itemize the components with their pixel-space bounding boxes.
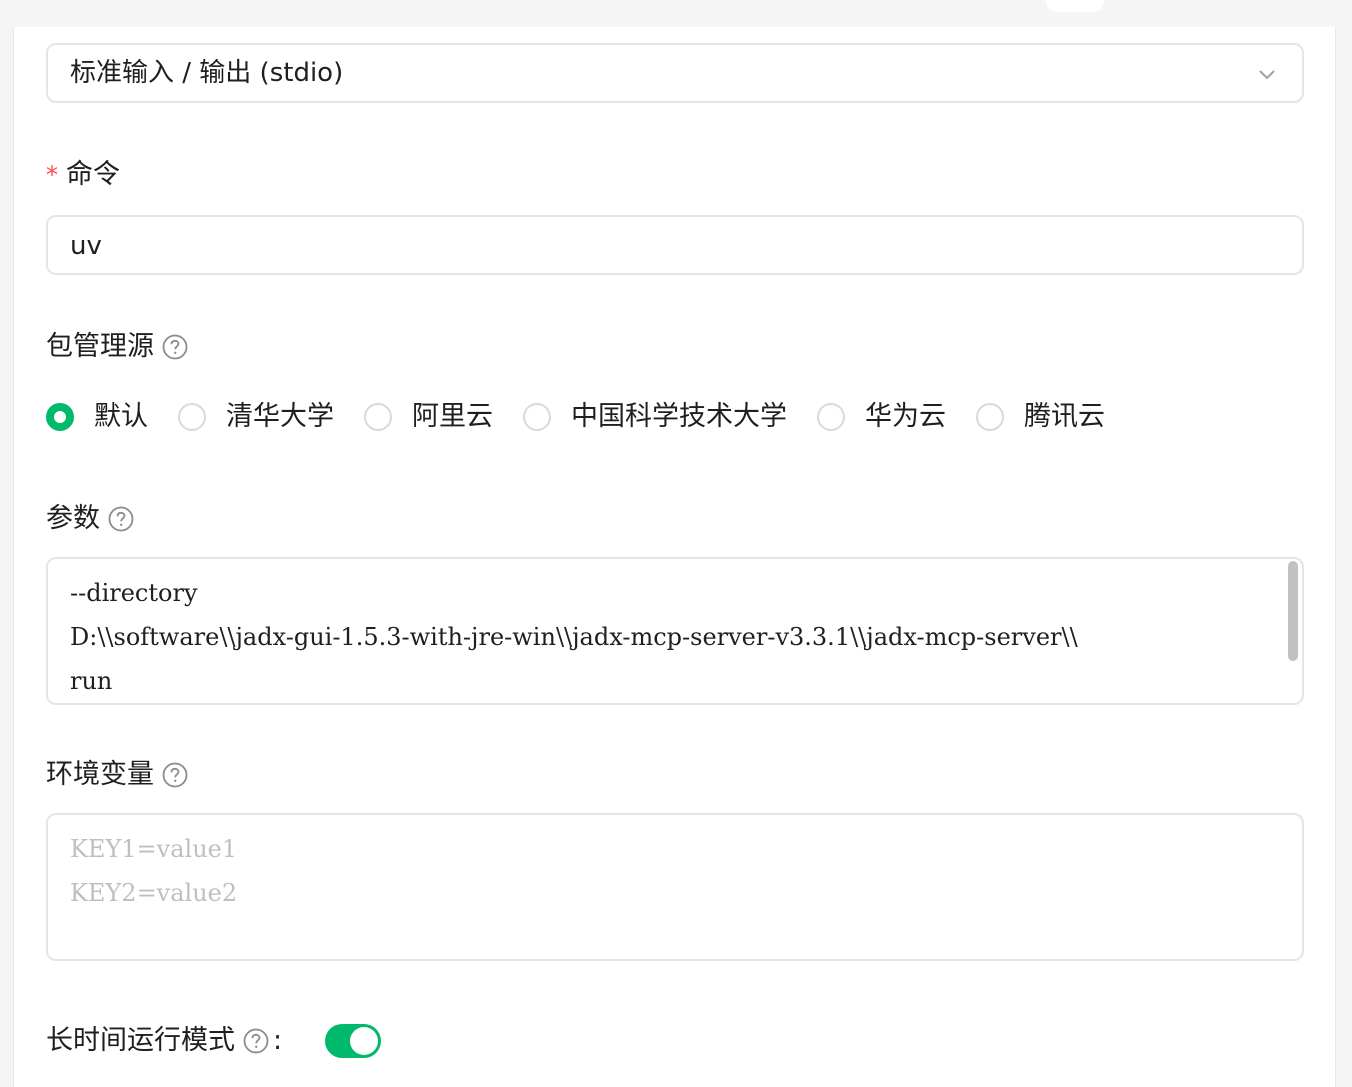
env-textarea[interactable]: KEY1=value1 KEY2=value2 <box>46 813 1304 961</box>
radio-label: 华为云 <box>865 401 946 432</box>
env-label: 环境变量 <box>46 759 154 790</box>
radio-option-ustc[interactable]: 中国科学技术大学 <box>523 400 787 434</box>
registry-label: 包管理源 <box>46 331 154 362</box>
radio-circle[interactable] <box>523 403 551 431</box>
radio-circle[interactable] <box>178 403 206 431</box>
question-circle-icon[interactable] <box>108 506 134 532</box>
top-bar <box>0 0 1352 27</box>
args-label-row: 参数 <box>46 502 134 536</box>
chevron-down-icon <box>1259 70 1275 80</box>
top-tab-pill[interactable] <box>1046 0 1104 12</box>
radio-circle[interactable] <box>976 403 1004 431</box>
long-running-colon: : <box>273 1025 283 1056</box>
transport-select[interactable]: 标准输入 / 输出 (stdio) <box>46 43 1304 103</box>
args-textarea-value: --directory D:\\software\\jadx-gui-1.5.3… <box>70 579 1078 695</box>
radio-circle[interactable] <box>364 403 392 431</box>
question-circle-icon[interactable] <box>162 762 188 788</box>
env-textarea-placeholder: KEY1=value1 KEY2=value2 <box>70 835 238 907</box>
command-input-value: uv <box>70 231 102 261</box>
registry-label-row: 包管理源 <box>46 330 188 364</box>
question-circle-icon[interactable] <box>243 1028 269 1054</box>
registry-radio-group: 默认 清华大学 阿里云 中国科学技术大学 华为云 腾讯云 <box>46 399 1135 435</box>
radio-label: 腾讯云 <box>1024 401 1105 432</box>
radio-circle[interactable] <box>46 403 74 431</box>
env-label-row: 环境变量 <box>46 758 188 792</box>
radio-circle[interactable] <box>817 403 845 431</box>
command-label-row: * 命令 <box>46 158 120 192</box>
radio-option-default[interactable]: 默认 <box>46 400 148 434</box>
radio-option-tencent[interactable]: 腾讯云 <box>976 400 1105 434</box>
question-circle-icon[interactable] <box>162 334 188 360</box>
radio-label: 默认 <box>94 401 148 432</box>
radio-option-tsinghua[interactable]: 清华大学 <box>178 400 334 434</box>
radio-label: 中国科学技术大学 <box>571 401 787 432</box>
radio-option-huawei[interactable]: 华为云 <box>817 400 946 434</box>
required-mark: * <box>46 161 58 189</box>
radio-label: 阿里云 <box>412 401 493 432</box>
args-textarea[interactable]: --directory D:\\software\\jadx-gui-1.5.3… <box>46 557 1304 705</box>
long-running-label: 长时间运行模式 <box>46 1025 235 1056</box>
transport-select-value: 标准输入 / 输出 (stdio) <box>70 58 344 88</box>
radio-label: 清华大学 <box>226 401 334 432</box>
long-running-toggle[interactable] <box>325 1024 381 1058</box>
command-label: 命令 <box>66 159 120 190</box>
toggle-knob <box>350 1027 378 1055</box>
radio-option-aliyun[interactable]: 阿里云 <box>364 400 493 434</box>
command-input[interactable]: uv <box>46 215 1304 275</box>
args-label: 参数 <box>46 503 100 534</box>
long-running-label-row: 长时间运行模式 : <box>46 1024 282 1058</box>
textarea-scrollbar[interactable] <box>1288 561 1298 661</box>
